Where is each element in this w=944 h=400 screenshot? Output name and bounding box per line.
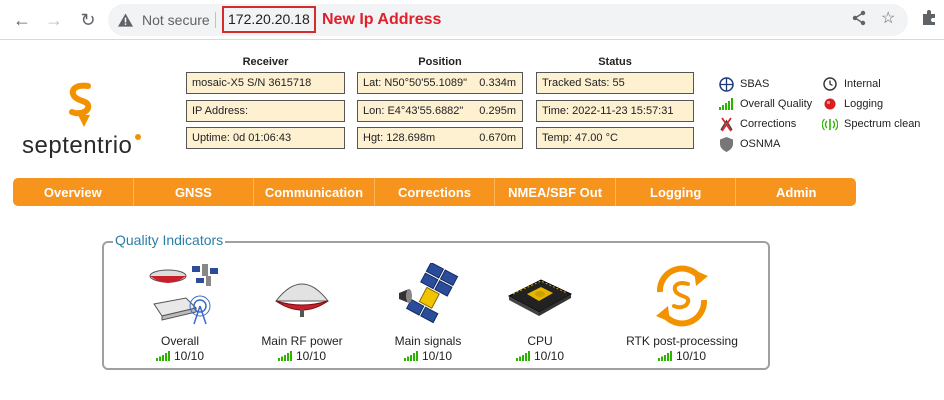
legend-logging-label: Logging	[844, 98, 884, 110]
logo-dot	[135, 134, 141, 140]
receiver-satellite-icon	[149, 264, 218, 325]
quality-cpu-label: CPU	[527, 334, 553, 348]
satellite-icon	[399, 263, 459, 324]
menu-overview[interactable]: Overview	[13, 178, 134, 206]
security-status[interactable]: Not secure	[142, 12, 210, 28]
legend-internal-label: Internal	[844, 78, 881, 90]
height-value: Hgt: 128.698m	[363, 132, 436, 144]
legend-osnma[interactable]: OSNMA	[718, 136, 780, 152]
extensions-puzzle-icon[interactable]	[920, 9, 938, 27]
longitude-accuracy: 0.295m	[479, 105, 516, 117]
longitude-value: Lon: E4°43'55.6882"	[363, 105, 464, 117]
legend-overall-quality-label: Overall Quality	[740, 98, 813, 110]
menu-admin[interactable]: Admin	[736, 178, 856, 206]
quality-item-overall[interactable]: Overall 10/10	[110, 261, 250, 363]
quality-cpu-value: 10/10	[533, 349, 565, 363]
url-annotation: New Ip Address	[322, 11, 442, 28]
quality-main-signals-value: 10/10	[421, 349, 453, 363]
brand-name: septentrio	[22, 132, 133, 159]
septentrio-logo[interactable]: septentrio	[22, 80, 152, 160]
cpu-chip-icon	[507, 279, 573, 316]
menu-logging[interactable]: Logging	[616, 178, 737, 206]
position-header: Position	[418, 56, 462, 68]
legend-internal[interactable]: Internal	[822, 76, 881, 92]
logging-red-dot-icon	[822, 96, 838, 112]
quality-item-rf-power[interactable]: Main RF power 10/10	[232, 261, 372, 363]
corrections-crossed-icon	[718, 116, 734, 132]
status-header: Status	[598, 56, 632, 68]
height-field: Hgt: 128.698m 0.670m	[357, 127, 523, 149]
menu-nmea-sbf-out[interactable]: NMEA/SBF Out	[495, 178, 616, 206]
legend-spectrum[interactable]: Spectrum clean	[822, 116, 920, 132]
quality-rf-power-value: 10/10	[295, 349, 327, 363]
menu-gnss[interactable]: GNSS	[134, 178, 255, 206]
quality-rtk-value-row: 10/10	[612, 349, 752, 363]
clock-icon	[822, 76, 838, 92]
quality-overall-value: 10/10	[173, 349, 205, 363]
latitude-field: Lat: N50°50'55.1089" 0.334m	[357, 72, 523, 94]
quality-overall-label: Overall	[160, 334, 199, 348]
rtk-refresh-icon	[656, 265, 708, 327]
quality-rf-power-label: Main RF power	[261, 334, 343, 348]
signal-bars-icon	[155, 351, 170, 361]
url-text[interactable]: 172.20.20.18	[222, 6, 316, 33]
height-accuracy: 0.670m	[479, 132, 516, 144]
signal-bars-icon	[657, 351, 672, 361]
logo-mark-icon	[69, 82, 92, 127]
temperature-field: Temp: 47.00 °C	[536, 127, 694, 149]
quality-overall-value-row: 10/10	[110, 349, 250, 363]
shield-icon	[718, 136, 734, 152]
ip-address-field: IP Address:	[186, 100, 345, 122]
legend-spectrum-label: Spectrum clean	[844, 118, 921, 130]
back-arrow-icon[interactable]: ←	[10, 8, 34, 32]
legend-corrections[interactable]: Corrections	[718, 116, 796, 132]
menu-communication[interactable]: Communication	[254, 178, 375, 206]
uptime-field: Uptime: 0d 01:06:43	[186, 127, 345, 149]
main-menu: Overview GNSS Communication Corrections …	[13, 178, 856, 206]
latitude-accuracy: 0.334m	[479, 77, 516, 89]
time-field: Time: 2022-11-23 15:57:31	[536, 100, 694, 122]
receiver-model-field: mosaic-X5 S/N 3615718	[186, 72, 345, 94]
menu-corrections[interactable]: Corrections	[375, 178, 496, 206]
omnibox-divider	[215, 12, 216, 28]
signal-bars-icon	[403, 351, 418, 361]
signal-bars-icon	[277, 351, 292, 361]
address-bar[interactable]: Not secure 172.20.20.18 New Ip Address ☆	[108, 4, 908, 36]
forward-arrow-icon[interactable]: →	[42, 8, 66, 32]
latitude-value: Lat: N50°50'55.1089"	[363, 77, 467, 89]
share-icon[interactable]	[852, 10, 866, 31]
legend-sbas-label: SBAS	[740, 78, 770, 90]
quality-rtk-label: RTK post-processing	[626, 334, 738, 348]
signal-bars-icon	[515, 351, 530, 361]
quality-indicators-title: Quality Indicators	[113, 232, 226, 248]
quality-cpu-value-row: 10/10	[470, 349, 610, 363]
longitude-field: Lon: E4°43'55.6882" 0.295m	[357, 100, 523, 122]
browser-toolbar: ← → ↻ Not secure 172.20.20.18 New Ip Add…	[0, 0, 944, 40]
sbas-globe-icon	[718, 76, 734, 92]
reload-icon[interactable]: ↻	[76, 8, 100, 32]
legend-corrections-label: Corrections	[740, 118, 797, 130]
quality-rtk-value: 10/10	[675, 349, 707, 363]
warning-icon	[118, 13, 133, 27]
spectrum-wave-icon	[822, 116, 838, 132]
quality-item-cpu[interactable]: CPU 10/10	[470, 261, 610, 363]
quality-indicators-panel: Quality Indicators Overall 10/10 Main RF…	[102, 232, 770, 370]
receiver-header: Receiver	[242, 56, 289, 68]
bookmark-star-icon[interactable]: ☆	[881, 8, 895, 28]
quality-rf-power-value-row: 10/10	[232, 349, 372, 363]
antenna-icon	[274, 283, 330, 317]
legend-sbas[interactable]: SBAS	[718, 76, 769, 92]
tracked-sats-field: Tracked Sats: 55	[536, 72, 694, 94]
quality-item-rtk[interactable]: RTK post-processing 10/10	[612, 261, 752, 363]
signal-bars-icon	[718, 96, 734, 112]
legend-logging[interactable]: Logging	[822, 96, 883, 112]
legend-osnma-label: OSNMA	[740, 138, 781, 150]
legend-overall-quality[interactable]: Overall Quality	[718, 96, 812, 112]
